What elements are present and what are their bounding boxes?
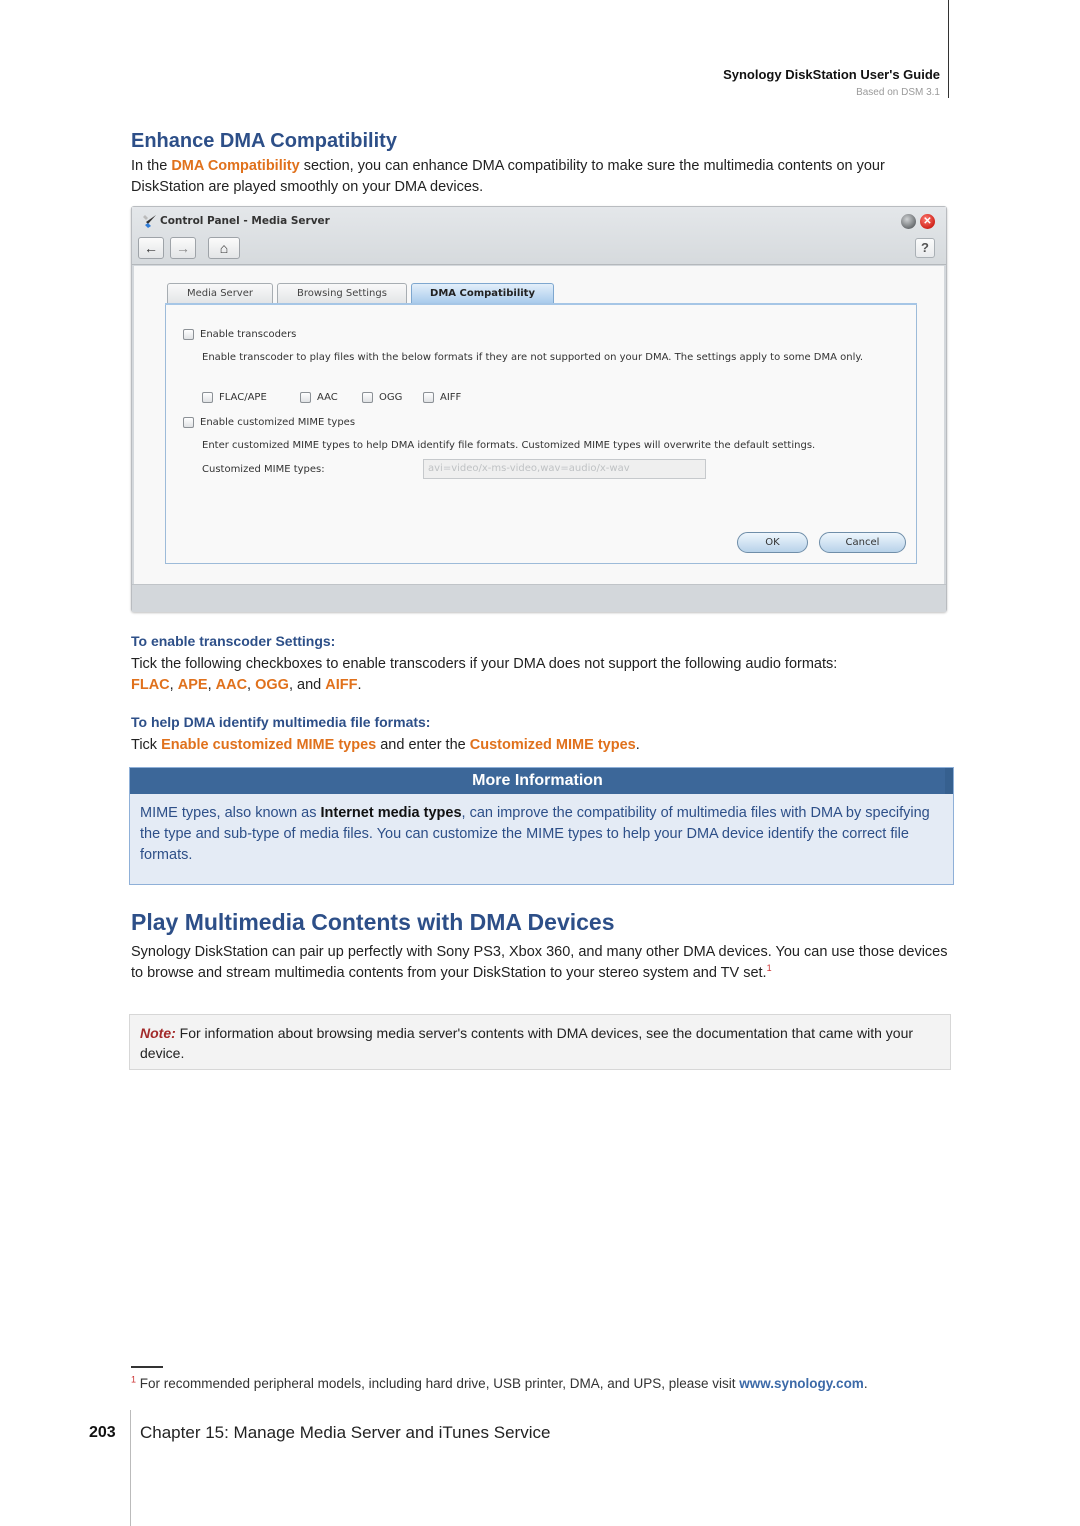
info-bold-term: Internet media types [320, 805, 462, 821]
window-footer [132, 584, 946, 612]
note-body: For information about browsing media ser… [140, 1025, 914, 1061]
window-titlebar: Control Panel - Media Server ← → ⌂ ✕ ? [132, 207, 946, 265]
transcoder-settings-heading: To enable transcoder Settings: [131, 633, 336, 649]
intro-highlight: DMA Compatibility [171, 158, 300, 174]
transcoder-settings-body: Tick the following checkboxes to enable … [131, 656, 838, 672]
format-ape: APE [177, 677, 208, 693]
transcoder-description: Enable transcoder to play files with the… [202, 352, 864, 363]
ok-button[interactable]: OK [737, 532, 808, 553]
ogg-label: OGG [379, 392, 403, 403]
aiff-label: AIFF [440, 392, 462, 403]
footnote-ref[interactable]: 1 [767, 963, 772, 973]
mime-help-text: Tick Enable customized MIME types and en… [131, 735, 951, 756]
footnote-rule [131, 1366, 163, 1368]
mime-help-highlight-2: Customized MIME types [469, 737, 636, 753]
enable-transcoders-checkbox[interactable] [183, 329, 194, 340]
mime-description: Enter customized MIME types to help DMA … [202, 440, 816, 451]
enable-transcoders-row[interactable]: Enable transcoders [183, 329, 296, 340]
home-icon: ⌂ [219, 240, 229, 256]
cancel-button[interactable]: Cancel [819, 532, 906, 553]
tab-media-server[interactable]: Media Server [167, 283, 273, 303]
format-ogg: OGG [255, 677, 289, 693]
period: . [357, 677, 362, 693]
window-body: Media Server Browsing Settings DMA Compa… [134, 266, 944, 584]
flac-ape-checkbox[interactable] [202, 392, 213, 403]
minimize-button[interactable] [901, 214, 916, 229]
control-panel-icon [143, 215, 156, 228]
window-title: Control Panel - Media Server [160, 215, 330, 227]
help-button[interactable]: ? [915, 238, 935, 258]
guide-title: Synology DiskStation User's Guide [723, 67, 940, 82]
control-panel-window: Control Panel - Media Server ← → ⌂ ✕ ? M… [131, 206, 947, 612]
play-text: Synology DiskStation can pair up perfect… [131, 944, 948, 981]
section-heading-play: Play Multimedia Contents with DMA Device… [131, 909, 615, 935]
footer-rule [130, 1410, 131, 1526]
chapter-title: Chapter 15: Manage Media Server and iTun… [140, 1423, 551, 1442]
mime-help-text-start: Tick [131, 737, 162, 753]
footnote: 1 For recommended peripheral models, inc… [131, 1375, 868, 1391]
dma-compatibility-panel: Enable transcoders Enable transcoder to … [165, 303, 917, 564]
format-ogg[interactable]: OGG [362, 392, 402, 403]
format-aiff: AIFF [325, 677, 358, 693]
format-flac: FLAC [131, 677, 170, 693]
synology-link[interactable]: www.synology.com [739, 1376, 864, 1391]
aac-checkbox[interactable] [300, 392, 311, 403]
mime-field-label: Customized MIME types: [202, 464, 325, 475]
enhance-intro: In the DMA Compatibility section, you ca… [131, 156, 951, 198]
arrow-left-icon: ← [144, 240, 158, 256]
enable-mime-row[interactable]: Enable customized MIME types [183, 417, 355, 428]
format-aac: AAC [215, 677, 248, 693]
mime-help-heading: To help DMA identify multimedia file for… [131, 714, 431, 730]
tab-browsing-settings[interactable]: Browsing Settings [277, 283, 407, 303]
flac-ape-label: FLAC/APE [219, 392, 267, 403]
more-information-heading: More Information [130, 768, 953, 794]
guide-subtitle: Based on DSM 3.1 [856, 87, 940, 98]
mime-types-input[interactable]: avi=video/x-ms-video,wav=audio/x-wav [423, 459, 706, 479]
footnote-end: . [863, 1376, 868, 1391]
tab-dma-compatibility[interactable]: DMA Compatibility [411, 283, 554, 303]
forward-button[interactable]: → [170, 237, 196, 259]
enable-mime-label: Enable customized MIME types [200, 417, 356, 428]
header-rule [948, 0, 949, 98]
transcoder-settings-text: Tick the following checkboxes to enable … [131, 654, 951, 696]
format-aiff[interactable]: AIFF [423, 392, 461, 403]
ogg-checkbox[interactable] [362, 392, 373, 403]
footnote-text: For recommended peripheral models, inclu… [136, 1376, 740, 1391]
mime-help-text-end: . [635, 737, 640, 753]
separator: , [247, 677, 256, 693]
close-button[interactable]: ✕ [920, 214, 935, 229]
intro-text: In the [131, 158, 172, 174]
aac-label: AAC [317, 392, 338, 403]
more-information-box: More Information MIME types, also known … [129, 767, 954, 885]
play-section-text: Synology DiskStation can pair up perfect… [131, 942, 951, 984]
aiff-checkbox[interactable] [423, 392, 434, 403]
page-number: 203 [89, 1424, 116, 1441]
format-aac[interactable]: AAC [300, 392, 338, 403]
separator: , [207, 677, 216, 693]
note-text: Note: For information about browsing med… [140, 1023, 940, 1063]
home-button[interactable]: ⌂ [208, 237, 240, 259]
separator: , [169, 677, 178, 693]
mime-help-highlight-1: Enable customized MIME types [161, 737, 377, 753]
help-icon: ? [921, 240, 929, 255]
info-text-start: MIME types, also known as [140, 805, 321, 821]
more-information-text: MIME types, also known as Internet media… [140, 803, 950, 866]
enable-transcoders-label: Enable transcoders [200, 329, 297, 340]
format-flac-ape[interactable]: FLAC/APE [202, 392, 267, 403]
enable-mime-checkbox[interactable] [183, 417, 194, 428]
close-icon: ✕ [923, 216, 932, 227]
arrow-right-icon: → [176, 240, 190, 256]
back-button[interactable]: ← [138, 237, 164, 259]
mime-help-text-mid: and enter the [376, 737, 470, 753]
separator-and: , and [288, 677, 326, 693]
note-label: Note: [140, 1025, 176, 1041]
note-box: Note: For information about browsing med… [129, 1014, 951, 1070]
section-heading-enhance: Enhance DMA Compatibility [131, 130, 397, 152]
